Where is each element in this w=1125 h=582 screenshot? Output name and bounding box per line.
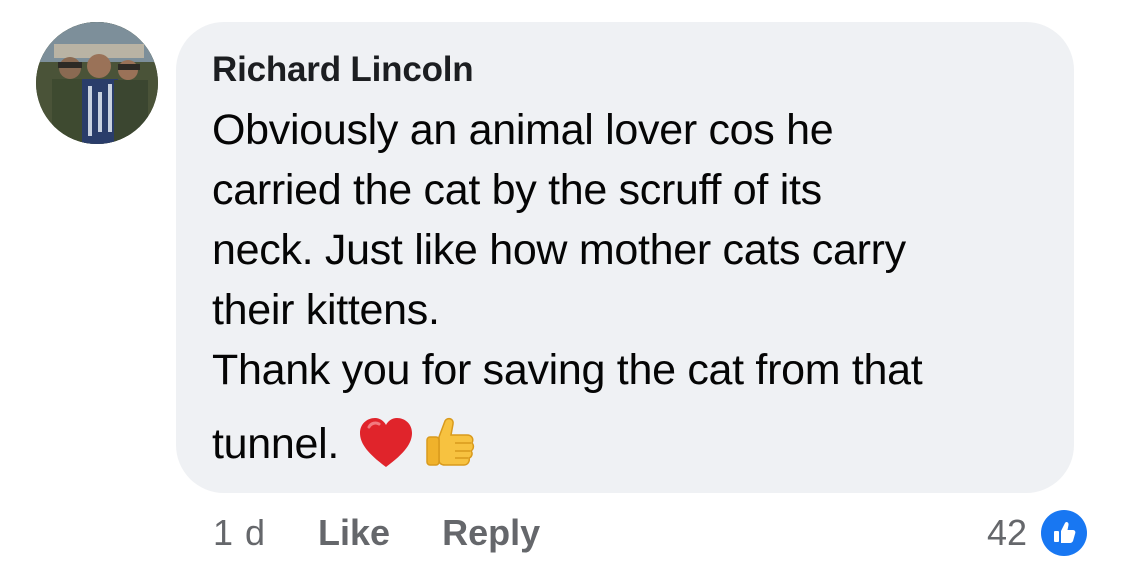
comment-text-last-line: tunnel. xyxy=(212,414,1038,474)
comment: Richard Lincoln Obviously an animal love… xyxy=(0,0,1125,582)
red-heart-icon xyxy=(357,415,415,473)
like-button[interactable]: Like xyxy=(318,512,390,554)
comment-text-line: tunnel. xyxy=(212,420,340,468)
comment-text-line: Thank you for saving the cat from that xyxy=(212,346,923,394)
comment-text-line: Obviously an animal lover cos he xyxy=(212,106,834,154)
comment-timestamp[interactable]: 1 d xyxy=(213,512,266,554)
comment-text-line: carried the cat by the scruff of its xyxy=(212,166,822,214)
avatar-photo xyxy=(36,22,158,144)
comment-text-line: neck. Just like how mother cats carry xyxy=(212,226,906,274)
comment-text: Obviously an animal lover cos he carried… xyxy=(212,100,1038,474)
reply-button[interactable]: Reply xyxy=(442,512,540,554)
like-icon xyxy=(1041,510,1087,556)
avatar[interactable] xyxy=(36,22,158,144)
comment-author[interactable]: Richard Lincoln xyxy=(212,48,1038,92)
reaction-count: 42 xyxy=(986,512,1027,553)
reaction-summary[interactable]: 42 xyxy=(987,505,1087,561)
thumbs-up-icon xyxy=(419,415,477,473)
comment-actions: 1 d Like Reply xyxy=(213,505,540,561)
comment-text-line: their kittens. xyxy=(212,286,440,334)
comment-bubble: Richard Lincoln Obviously an animal love… xyxy=(176,22,1074,493)
